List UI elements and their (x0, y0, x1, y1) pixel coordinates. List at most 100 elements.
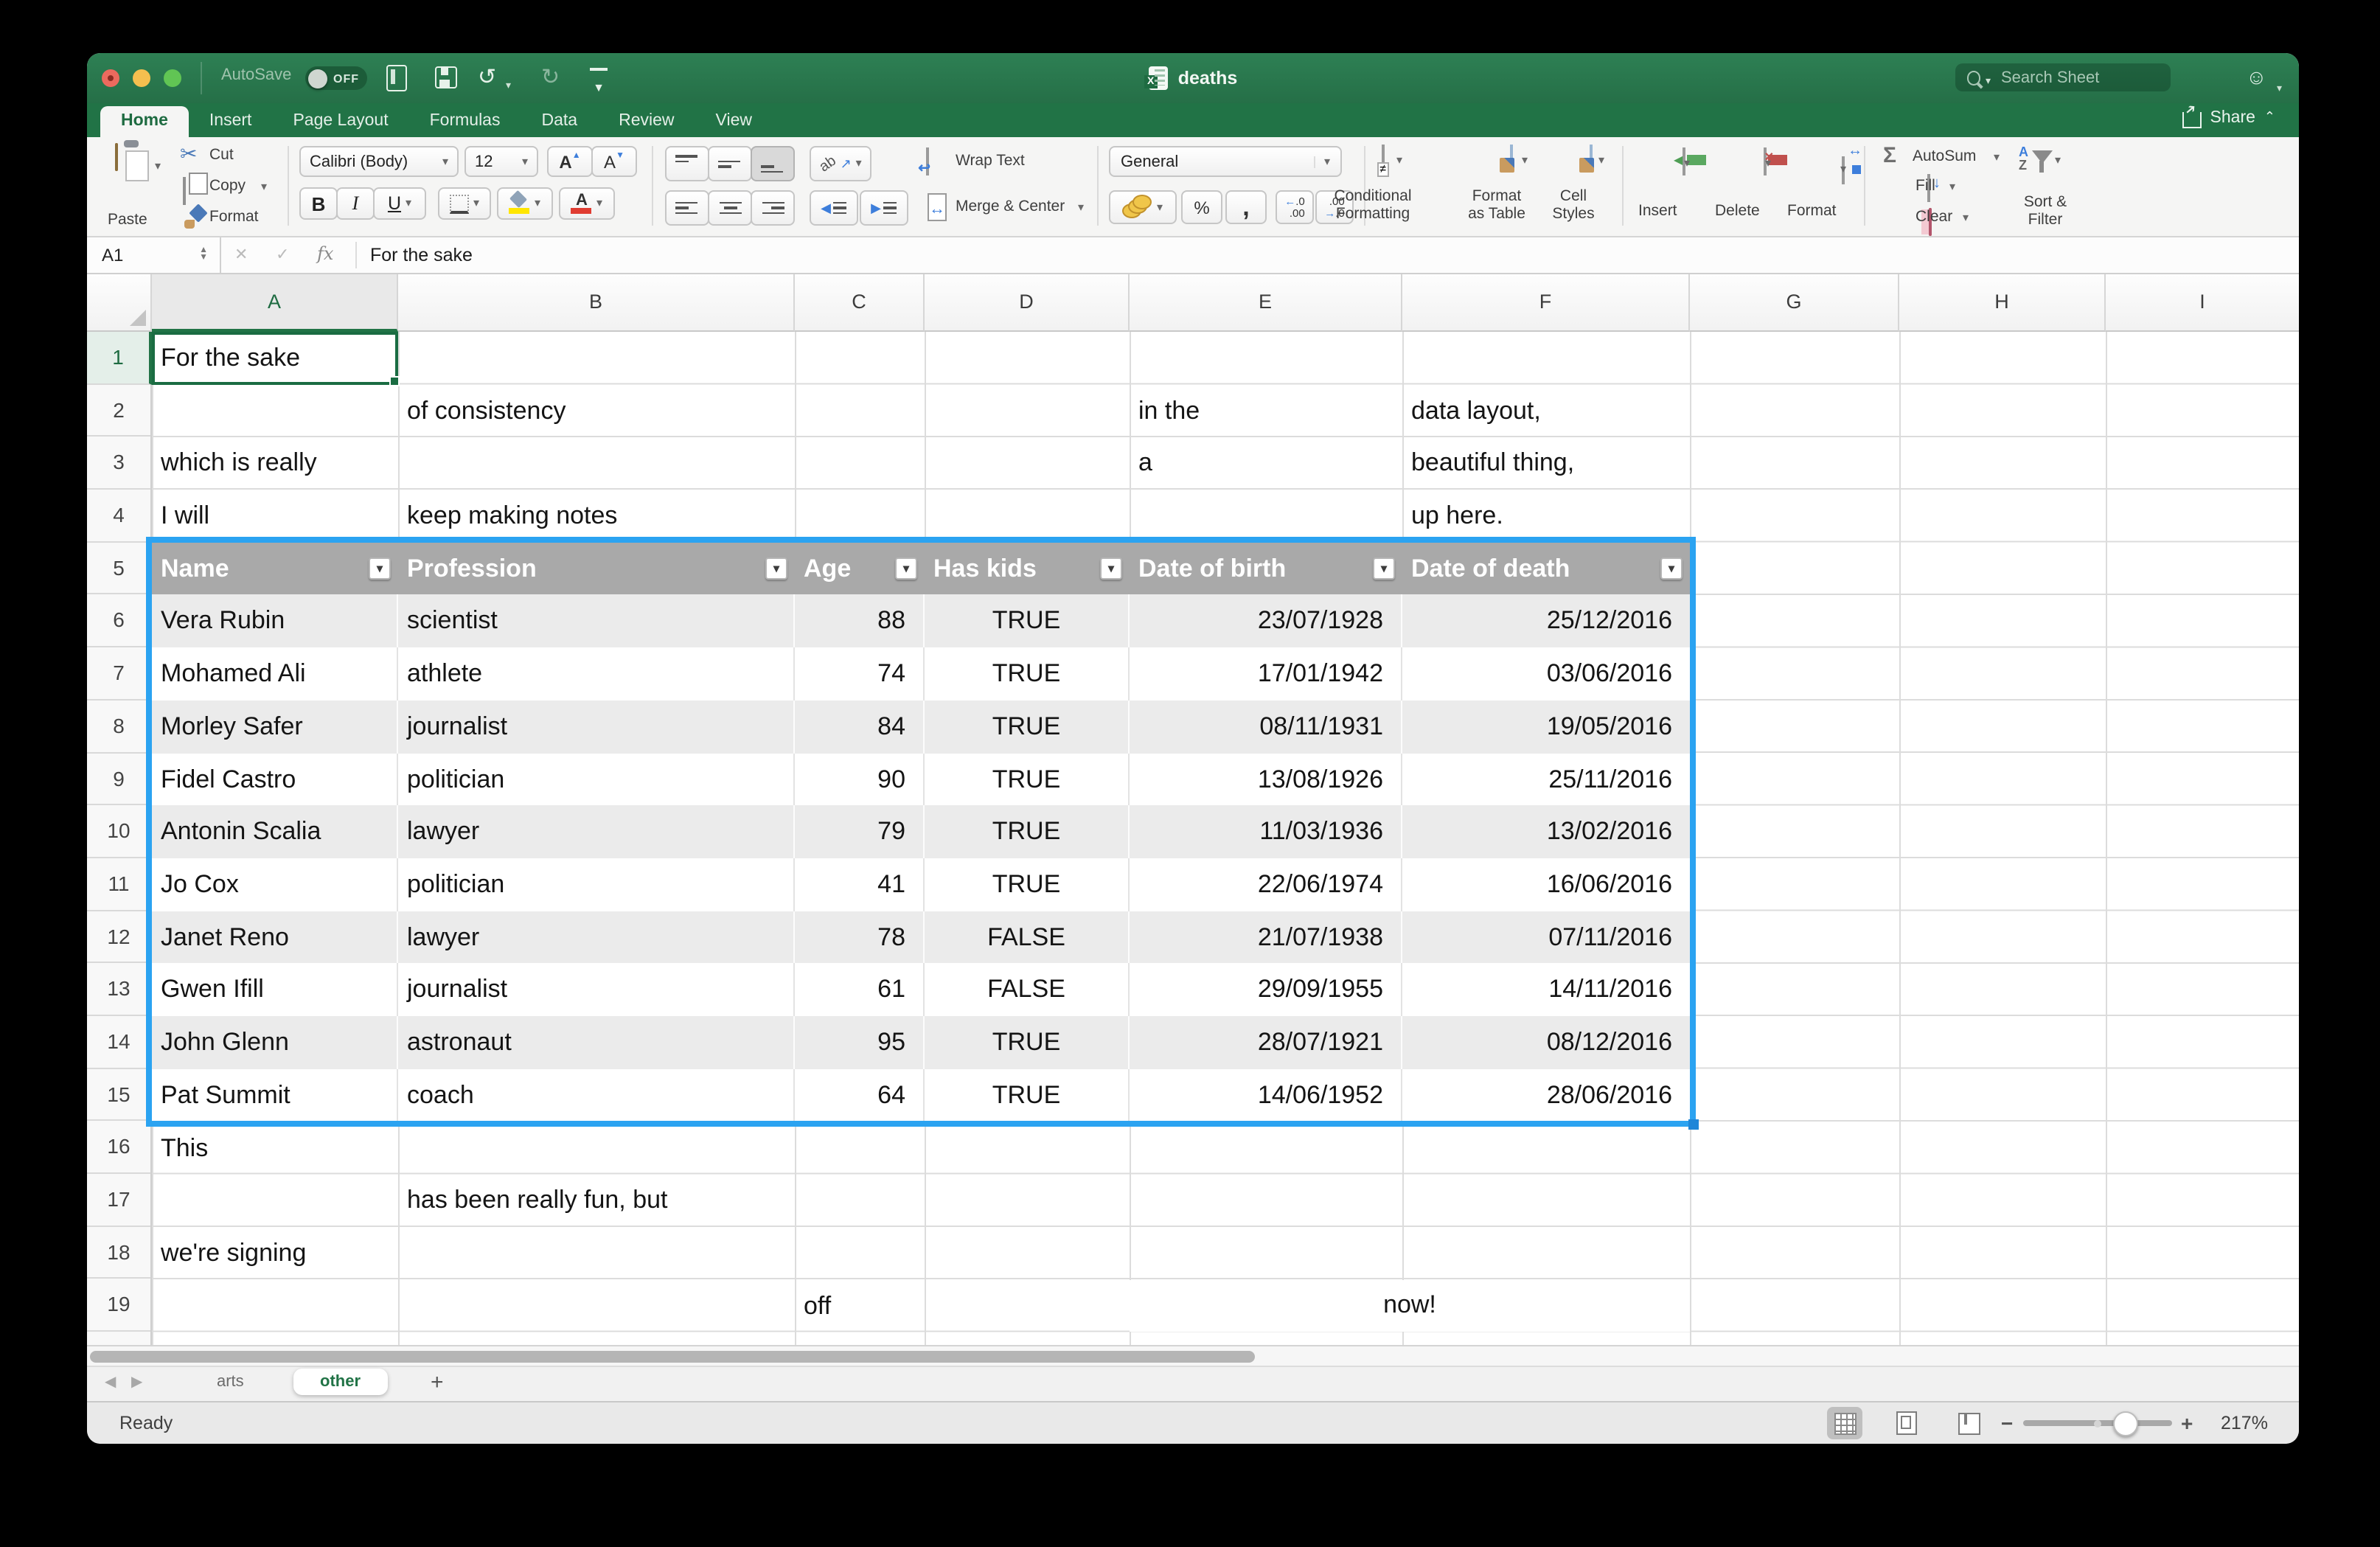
cell-age[interactable]: 95 (795, 1015, 925, 1069)
cell-date-of-death[interactable]: 07/11/2016 (1402, 911, 1690, 963)
next-sheet-arrow[interactable]: ▶ (131, 1374, 142, 1391)
add-sheet-button[interactable]: + (431, 1370, 444, 1395)
fill-dropdown[interactable] (1949, 181, 1955, 193)
cell-e2[interactable]: in the (1130, 384, 1402, 437)
confirm-entry-icon[interactable] (276, 245, 289, 264)
cell-date-of-death[interactable]: 19/05/2016 (1402, 701, 1690, 753)
clear-label[interactable]: Clear (1916, 208, 1952, 226)
cell-b4[interactable]: keep making notes (398, 490, 795, 542)
zoom-level-value[interactable]: 217% (2221, 1413, 2268, 1433)
filter-dropdown-button[interactable] (369, 557, 391, 580)
filter-dropdown-button[interactable] (1660, 557, 1683, 580)
autosum-label[interactable]: AutoSum (1913, 147, 1976, 165)
align-top-button[interactable] (665, 146, 709, 181)
name-box[interactable]: A1 ▲ ▼ (87, 237, 221, 273)
comma-format-button[interactable]: , (1225, 190, 1267, 224)
row-header-1[interactable]: 1 (87, 332, 152, 385)
conditional-formatting-label[interactable]: Conditional Formatting (1314, 187, 1432, 223)
row-header-12[interactable]: 12 (87, 911, 150, 964)
zoom-in-button[interactable]: + (2181, 1411, 2193, 1435)
number-format-select[interactable]: General (1109, 146, 1342, 177)
cell-profession[interactable]: politician (398, 753, 795, 806)
cell-age[interactable]: 74 (795, 647, 925, 701)
align-middle-button[interactable] (708, 146, 752, 181)
cell-date-of-death[interactable]: 28/06/2016 (1402, 1068, 1690, 1121)
conditional-formatting-dropdown[interactable] (1396, 155, 1402, 167)
cell-has-kids[interactable]: TRUE (925, 753, 1130, 806)
table-row[interactable]: Pat Summit coach 64 TRUE 14/06/1952 28/06/201… (152, 1068, 1690, 1122)
cell-profession[interactable]: politician (398, 858, 795, 911)
row-header-9[interactable]: 9 (87, 753, 150, 806)
row-header-7[interactable]: 7 (87, 647, 150, 701)
cell-date-of-birth[interactable]: 29/09/1955 (1130, 963, 1402, 1016)
table-header-date-of-death[interactable]: Date of death (1402, 543, 1690, 595)
row-header-14[interactable]: 14 (87, 1016, 150, 1069)
paste-label[interactable]: Paste (108, 211, 147, 229)
filter-dropdown-button[interactable] (1100, 557, 1122, 580)
cell-has-kids[interactable]: TRUE (925, 1015, 1130, 1069)
filter-dropdown-button[interactable] (1373, 557, 1395, 580)
cell-age[interactable]: 90 (795, 753, 925, 806)
ribbon-collapse-chevron-icon[interactable]: ⌃ (2264, 109, 2275, 125)
grow-font-button[interactable]: A (547, 146, 593, 177)
feedback-smiley-icon[interactable]: ☺ (2246, 65, 2267, 88)
bold-button[interactable]: B (299, 187, 338, 220)
row-header-5[interactable]: 5 (87, 543, 150, 595)
sort-filter-label[interactable]: Sort & Filter (2007, 193, 2084, 229)
currency-format-button[interactable] (1109, 190, 1177, 224)
filter-dropdown-button[interactable] (765, 557, 787, 580)
cell-date-of-birth[interactable]: 17/01/1942 (1130, 647, 1402, 701)
cell-date-of-birth[interactable]: 22/06/1974 (1130, 858, 1402, 911)
paste-dropdown[interactable] (155, 161, 161, 173)
insert-cells-label[interactable]: Insert (1638, 202, 1677, 220)
cell-a3[interactable]: which is really (152, 437, 398, 490)
row-header-3[interactable]: 3 (87, 437, 150, 490)
cell-name[interactable]: Janet Reno (152, 911, 398, 964)
column-header-h[interactable]: H (1899, 274, 2106, 332)
row-header-17[interactable]: 17 (87, 1174, 150, 1227)
table-row[interactable]: Jo Cox politician 41 TRUE 22/06/1974 16/06/20… (152, 858, 1690, 911)
shrink-font-button[interactable]: A (591, 146, 637, 177)
align-left-button[interactable] (665, 190, 709, 226)
cell-date-of-birth[interactable]: 13/08/1926 (1130, 753, 1402, 806)
fill-label[interactable]: Fill (1916, 177, 1935, 195)
table-header-date-of-birth[interactable]: Date of birth (1130, 543, 1402, 595)
table-row[interactable]: Gwen Ifill journalist 61 FALSE 29/09/1955 14/… (152, 963, 1690, 1016)
zoom-out-button[interactable]: − (2001, 1411, 2013, 1435)
table-row[interactable]: Janet Reno lawyer 78 FALSE 21/07/1938 07/11/2… (152, 911, 1690, 964)
sort-filter-dropdown[interactable] (2055, 155, 2061, 167)
cell-profession[interactable]: athlete (398, 647, 795, 701)
cell-age[interactable]: 84 (795, 700, 925, 754)
italic-button[interactable]: I (336, 187, 375, 220)
copy-label[interactable]: Copy (209, 177, 246, 195)
table-header-age[interactable]: Age (795, 543, 925, 595)
cell-date-of-birth[interactable]: 14/06/1952 (1130, 1068, 1402, 1122)
cell-f3[interactable]: beautiful thing, (1402, 437, 1690, 490)
percent-format-button[interactable]: % (1181, 190, 1222, 224)
cell-c19[interactable]: off (795, 1279, 925, 1332)
column-header-a[interactable]: A (152, 274, 398, 332)
select-all-corner[interactable] (87, 274, 152, 332)
table-row[interactable]: John Glenn astronaut 95 TRUE 28/07/1921 08/12… (152, 1015, 1690, 1069)
cell-profession[interactable]: scientist (398, 594, 795, 648)
clear-dropdown[interactable] (1963, 212, 1969, 224)
page-layout-view-button[interactable] (1889, 1407, 1924, 1439)
merge-center-icon[interactable] (928, 193, 947, 221)
cell-has-kids[interactable]: TRUE (925, 700, 1130, 754)
page-break-view-button[interactable] (1951, 1407, 1986, 1439)
table-row[interactable]: Vera Rubin scientist 88 TRUE 23/07/1928 25/12… (152, 594, 1690, 648)
cell-profession[interactable]: lawyer (398, 805, 795, 858)
cut-icon[interactable]: ✂ (180, 143, 197, 164)
decrease-decimal-button[interactable]: ←.0.00 (1276, 190, 1314, 224)
cell-has-kids[interactable]: FALSE (925, 911, 1130, 964)
orientation-button[interactable]: ab ↗ (810, 146, 871, 181)
cell-age[interactable]: 88 (795, 594, 925, 648)
share-button[interactable]: Share ⌃ (2182, 106, 2275, 128)
tab-view[interactable]: View (695, 106, 773, 137)
cell-age[interactable]: 78 (795, 911, 925, 964)
cell-has-kids[interactable]: FALSE (925, 963, 1130, 1016)
zoom-slider-thumb[interactable] (2113, 1411, 2138, 1436)
horizontal-scrollbar[interactable] (87, 1345, 2299, 1366)
cell-e19-f19[interactable]: now! (1130, 1280, 1690, 1332)
cell-profession[interactable]: journalist (398, 963, 795, 1016)
